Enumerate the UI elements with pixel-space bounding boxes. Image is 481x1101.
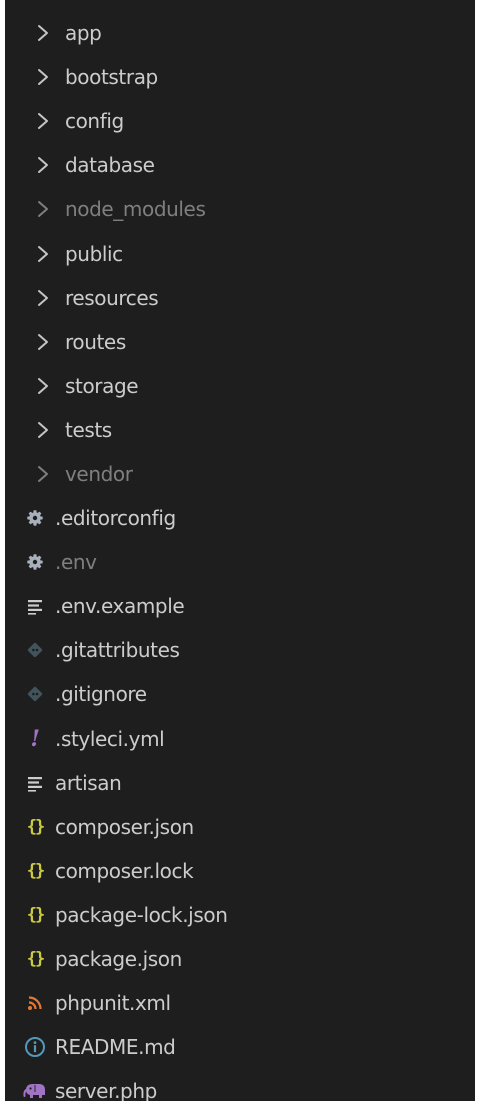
chevron-right-icon	[31, 65, 55, 89]
file-tree: app bootstrap config database node_modulespu…	[5, 11, 475, 1101]
file-item[interactable]: server.php	[5, 1069, 475, 1101]
file-label: .env.example	[55, 594, 185, 619]
text-lines-icon	[23, 594, 47, 618]
file-label: .styleci.yml	[55, 726, 165, 751]
file-label: composer.json	[55, 814, 194, 839]
folder-item[interactable]: routes	[5, 320, 475, 364]
folder-label: storage	[65, 373, 139, 398]
file-item[interactable]: {} package-lock.json	[5, 893, 475, 937]
json-braces-icon: {}	[26, 860, 46, 881]
file-item[interactable]: .editorconfig	[5, 496, 475, 540]
info-icon	[23, 1035, 47, 1059]
file-item[interactable]: .gitignore	[5, 672, 475, 716]
chevron-right-icon	[31, 462, 55, 486]
file-label: artisan	[55, 770, 122, 795]
chevron-right-icon	[31, 21, 55, 45]
folder-item[interactable]: storage	[5, 364, 475, 408]
file-item[interactable]: .env.example	[5, 584, 475, 628]
gear-icon	[23, 550, 47, 574]
json-braces-icon: {}	[26, 904, 46, 925]
folder-item[interactable]: resources	[5, 276, 475, 320]
folder-label: routes	[65, 329, 126, 354]
file-label: .gitattributes	[55, 638, 180, 663]
folder-label: public	[65, 241, 123, 266]
chevron-right-icon	[31, 153, 55, 177]
file-label: package-lock.json	[55, 902, 228, 927]
exclamation-icon: !	[30, 725, 40, 752]
chevron-right-icon	[31, 286, 55, 310]
file-item[interactable]: ! .styleci.yml	[5, 717, 475, 761]
file-item[interactable]: artisan	[5, 761, 475, 805]
file-label: phpunit.xml	[55, 991, 171, 1016]
file-item[interactable]: README.md	[5, 1025, 475, 1069]
json-braces-icon: {}	[26, 949, 46, 970]
file-item[interactable]: .env	[5, 540, 475, 584]
json-braces-icon: {}	[26, 816, 46, 837]
git-diamond-icon	[23, 638, 47, 662]
folder-item[interactable]: public	[5, 231, 475, 275]
rss-icon	[23, 991, 47, 1015]
file-item[interactable]: {} composer.lock	[5, 849, 475, 893]
folder-item[interactable]: database	[5, 143, 475, 187]
folder-label: app	[65, 21, 102, 46]
php-elephant-icon	[23, 1079, 47, 1101]
folder-label: tests	[65, 417, 112, 442]
file-label: composer.lock	[55, 858, 194, 883]
chevron-right-icon	[31, 330, 55, 354]
folder-label: node_modules	[65, 197, 206, 222]
folder-label: config	[65, 109, 124, 134]
file-explorer: app bootstrap config database node_modulespu…	[5, 0, 475, 1101]
file-label: server.php	[55, 1079, 157, 1101]
file-label: .editorconfig	[55, 506, 176, 531]
folder-label: bootstrap	[65, 65, 158, 90]
file-item[interactable]: {} package.json	[5, 937, 475, 981]
file-item[interactable]: .gitattributes	[5, 628, 475, 672]
folder-item[interactable]: config	[5, 99, 475, 143]
file-label: package.json	[55, 947, 182, 972]
chevron-right-icon	[31, 418, 55, 442]
chevron-right-icon	[31, 109, 55, 133]
folder-item[interactable]: tests	[5, 408, 475, 452]
file-item[interactable]: phpunit.xml	[5, 981, 475, 1025]
chevron-right-icon	[31, 242, 55, 266]
gear-icon	[23, 506, 47, 530]
folder-label: database	[65, 153, 155, 178]
chevron-right-icon	[31, 374, 55, 398]
git-diamond-icon	[23, 682, 47, 706]
folder-item[interactable]: vendor	[5, 452, 475, 496]
folder-item[interactable]: bootstrap	[5, 55, 475, 99]
file-label: README.md	[55, 1035, 176, 1060]
file-label: .gitignore	[55, 682, 147, 707]
folder-label: vendor	[65, 461, 133, 486]
folder-label: resources	[65, 285, 159, 310]
chevron-right-icon	[31, 197, 55, 221]
file-item[interactable]: {} composer.json	[5, 805, 475, 849]
folder-item[interactable]: app	[5, 11, 475, 55]
folder-item[interactable]: node_modules	[5, 187, 475, 231]
file-label: .env	[55, 550, 97, 575]
text-lines-icon	[23, 771, 47, 795]
